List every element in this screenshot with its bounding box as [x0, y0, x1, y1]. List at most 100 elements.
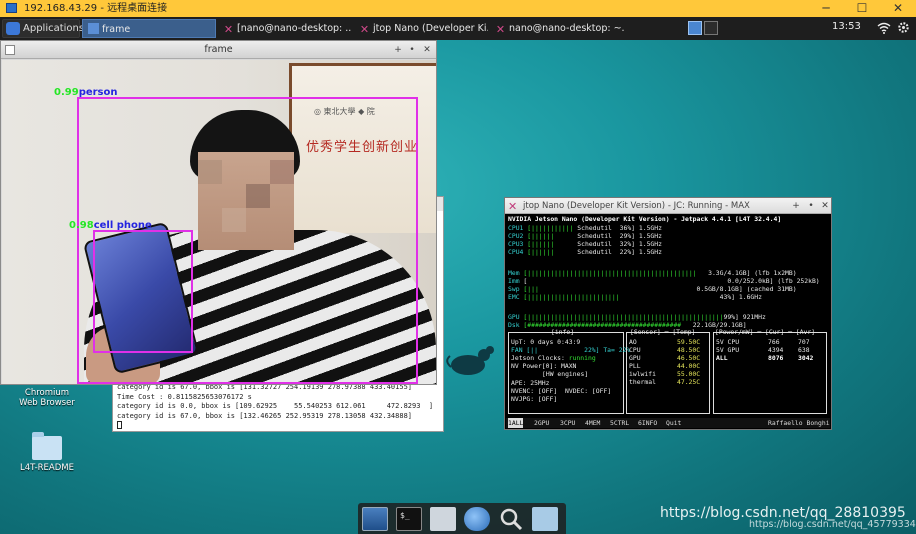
minimize-window-button[interactable]: •: [805, 200, 817, 212]
tab-ctrl[interactable]: 5CTRL: [610, 418, 629, 428]
cpu-name: CPU3: [508, 240, 524, 248]
desktop-icon-l4t-readme[interactable]: L4T-README: [14, 432, 80, 476]
folder-icon[interactable]: [532, 507, 558, 531]
confidence: 0.99: [54, 87, 79, 98]
cpu-percent: 36%]: [619, 224, 636, 232]
power-name: 5V CPU: [716, 338, 740, 346]
pin-button[interactable]: +: [790, 200, 802, 212]
icon-label: Web Browser: [19, 398, 75, 408]
jtop-window[interactable]: ✕ jtop Nano (Developer Kit Version) - JC…: [504, 197, 832, 430]
taskbar-item-frame[interactable]: frame: [82, 19, 216, 38]
nvdec-status: NVDEC: [OFF]: [565, 387, 612, 395]
tab-mem[interactable]: 4MEM: [585, 418, 600, 428]
clock[interactable]: 13:53: [832, 21, 861, 32]
sensor-temp: 59.50C: [677, 338, 701, 346]
close-window-button[interactable]: ✕: [421, 44, 433, 56]
close-window-button[interactable]: ✕: [819, 200, 831, 212]
wifi-icon[interactable]: [877, 22, 891, 34]
jtop-titlebar[interactable]: ✕ jtop Nano (Developer Kit Version) - JC…: [505, 198, 831, 214]
cpu-governor: Schedutil: [577, 248, 612, 256]
sensor-temp: 47.25C: [677, 378, 701, 386]
emc-row: EMC [|||||||||||||||||||||||| 43%] 1.6GH…: [508, 293, 762, 301]
cpu-percent: 29%]: [619, 232, 636, 240]
sensor-name: PLL: [629, 362, 641, 370]
home-folder-icon[interactable]: [430, 507, 456, 531]
sensor-row: AO: [629, 338, 637, 346]
workspace-switcher[interactable]: [686, 19, 720, 38]
cpu-governor: Schedutil: [577, 224, 612, 232]
dock: $_: [358, 503, 566, 534]
gpu-value: 99%] 921MHz: [723, 313, 766, 321]
cpu-bar: [||||||: [527, 240, 555, 248]
remote-desktop-title: 192.168.43.29 - 远程桌面连接: [24, 3, 168, 14]
gear-icon[interactable]: [897, 21, 910, 34]
tab-gpu[interactable]: 2GPU: [534, 418, 549, 428]
taskbar-item-terminal-2[interactable]: ✕ nano@nano-desktop: ~...: [490, 19, 624, 38]
bbox-cell-phone: [93, 230, 193, 353]
fan-status: FAN [|| 22%] Ta= 22%: [511, 346, 631, 354]
pin-button[interactable]: +: [392, 44, 404, 56]
window-title: frame: [204, 44, 233, 55]
search-icon[interactable]: [498, 507, 524, 531]
tab-info[interactable]: 6INFO: [638, 418, 657, 428]
sensor-row: CPU: [629, 346, 641, 354]
cpu-frequency: 1.5GHz: [638, 224, 662, 232]
taskbar-item-terminal-1[interactable]: ✕ [nano@nano-desktop: ...: [218, 19, 352, 38]
window-title: jtop Nano (Developer Kit Version) - JC: …: [523, 201, 750, 211]
desktop-icon-chromium[interactable]: Chromium Web Browser: [14, 388, 80, 408]
applications-label: Applications: [23, 23, 85, 34]
frame-window[interactable]: frame + • ✕ ◎ 東北大學 ◆ 院 优秀学生创新创业 0.99pers…: [0, 40, 437, 385]
terminal-line: category id is 67.0, bbox is [132.46265 …: [117, 411, 413, 420]
task-label: frame: [102, 24, 131, 35]
workspace-1[interactable]: [688, 21, 702, 35]
nvjpg-status: NVJPG: [OFF]: [511, 395, 558, 403]
mem-value: 3.3G/4.1GB] (lfb 1x2MB): [708, 269, 797, 277]
camera-frame: ◎ 東北大學 ◆ 院 优秀学生创新创业 0.99person 0.98cell …: [2, 60, 436, 384]
tab-all[interactable]: 1ALL: [508, 418, 524, 428]
uptime: UpT: 0 days 0:43:9: [511, 338, 581, 346]
jtop-footer: 1ALL 2GPU 3CPU 4MEM 5CTRL 6INFO Quit Raf…: [506, 418, 830, 428]
task-label: [nano@nano-desktop: ...: [237, 23, 352, 34]
minimize-window-button[interactable]: •: [406, 44, 418, 56]
power-avr: 3042: [798, 354, 814, 362]
top-panel: Applications frame ✕ [nano@nano-desktop: …: [0, 17, 916, 40]
sensor-name: AO: [629, 338, 637, 346]
mem-row: Mem [|||||||||||||||||||||||||||||||||||…: [508, 269, 797, 277]
power-cur: 4394: [768, 346, 784, 354]
show-desktop-icon[interactable]: [362, 507, 388, 531]
nv-power-mode: NV Power[0]: MAXN: [511, 362, 577, 370]
jtop-header: NVIDIA Jetson Nano (Developer Kit Versio…: [508, 215, 782, 223]
terminal-icon: ✕: [495, 23, 506, 36]
web-browser-icon[interactable]: [464, 507, 490, 531]
minimize-button[interactable]: ─: [808, 0, 844, 17]
terminal-output: category id is 67.0, bbox is [131.32727 …: [117, 383, 433, 432]
jetson-clocks-value: running: [568, 354, 596, 362]
cpu-frequency: 1.5GHz: [638, 240, 662, 248]
applications-menu-button[interactable]: Applications: [2, 19, 84, 38]
imm-value: 0.0/252.0kB] (lfb 252kB): [727, 277, 820, 285]
power-name: ALL: [716, 354, 728, 362]
power-cur: 766: [768, 338, 780, 346]
terminal-launcher-icon[interactable]: $_: [396, 507, 422, 531]
taskbar-item-jtop[interactable]: ✕ jtop Nano (Developer Ki...: [354, 19, 488, 38]
cpu-frequency: 1.5GHz: [638, 232, 662, 240]
frame-titlebar[interactable]: frame + • ✕: [1, 41, 436, 59]
quit-button[interactable]: Quit: [666, 418, 681, 428]
sensor-row: thermal: [629, 378, 656, 386]
sensor-title: [Sensor] ─ [Temp]: [630, 328, 696, 336]
window-icon: [88, 23, 99, 34]
sensor-row: PLL: [629, 362, 641, 370]
cpu-frequency: 1.5GHz: [638, 248, 662, 256]
imm-name: Imm: [508, 277, 520, 285]
workspace-2[interactable]: [704, 21, 718, 35]
close-button[interactable]: ✕: [880, 0, 916, 17]
sensor-temp: 48.50C: [677, 346, 701, 354]
task-label: jtop Nano (Developer Ki...: [373, 23, 488, 34]
cpu-name: CPU2: [508, 232, 524, 240]
folder-icon: [32, 432, 62, 460]
maximize-button[interactable]: ☐: [844, 0, 880, 17]
tab-cpu[interactable]: 3CPU: [560, 418, 575, 428]
terminal-line: Time Cost : 0.8115825653076172 s: [117, 392, 252, 401]
cpu-row: CPU2 [|||||| Schedutil 29%] 1.5GHz: [508, 232, 662, 240]
power-name: 5V GPU: [716, 346, 740, 354]
